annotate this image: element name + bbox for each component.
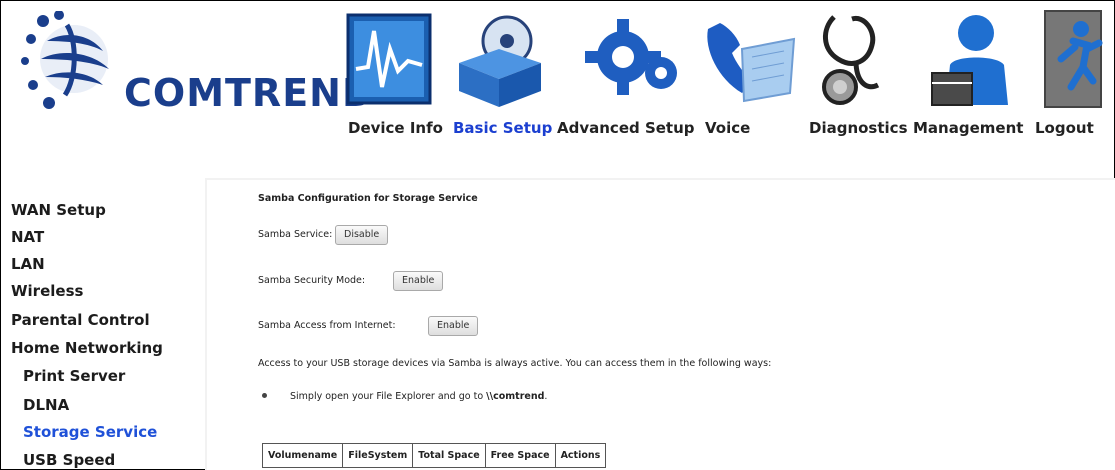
- sidebar-item-storage-service[interactable]: Storage Service: [23, 423, 157, 441]
- info-text: Access to your USB storage devices via S…: [258, 358, 772, 369]
- bullet-path: \\comtrend: [486, 391, 545, 402]
- nav-management[interactable]: Management: [913, 119, 1023, 137]
- bullet-text: Simply open your File Explorer and go to…: [290, 391, 547, 402]
- comtrend-globe-icon: [21, 10, 109, 109]
- sidebar-item-lan[interactable]: LAN: [11, 255, 45, 273]
- col-volumename: Volumename: [261, 443, 344, 468]
- col-free-space: Free Space: [484, 443, 556, 468]
- logout-running-man-icon[interactable]: [1043, 9, 1103, 109]
- nav-basic-setup[interactable]: Basic Setup: [453, 119, 552, 137]
- bullet-dot-icon: [262, 393, 267, 398]
- sidebar: WAN Setup NAT LAN Wireless Parental Cont…: [1, 178, 204, 469]
- nav-advanced-setup[interactable]: Advanced Setup: [557, 119, 695, 137]
- sidebar-item-wan-setup[interactable]: WAN Setup: [11, 201, 106, 219]
- col-filesystem: FileSystem: [342, 443, 414, 468]
- sidebar-item-home-networking[interactable]: Home Networking: [11, 339, 163, 357]
- comtrend-logo: COMTREND: [19, 10, 374, 121]
- col-actions: Actions: [554, 443, 607, 468]
- main-content: Samba Configuration for Storage Service …: [205, 178, 1115, 470]
- voice-phone-icon[interactable]: [698, 9, 798, 109]
- basic-setup-box-icon[interactable]: [449, 9, 549, 109]
- sidebar-item-print-server[interactable]: Print Server: [23, 367, 125, 385]
- header: COMTREND Device Info Basic Setup Advance…: [1, 1, 1113, 177]
- brand-name: COMTREND: [124, 71, 375, 115]
- security-mode-toggle-button[interactable]: Enable: [393, 271, 444, 291]
- access-internet-label: Samba Access from Internet:: [258, 320, 396, 331]
- management-user-icon[interactable]: [926, 9, 1016, 109]
- security-mode-label: Samba Security Mode:: [258, 275, 366, 286]
- table-header-row: Volumename FileSystem Total Space Free S…: [261, 443, 607, 468]
- device-info-chart-icon[interactable]: [344, 9, 434, 109]
- nav-diagnostics[interactable]: Diagnostics: [809, 119, 908, 137]
- samba-service-label: Samba Service:: [258, 229, 333, 240]
- sidebar-item-nat[interactable]: NAT: [11, 228, 44, 246]
- sidebar-item-parental-control[interactable]: Parental Control: [11, 311, 150, 329]
- advanced-setup-gear-icon[interactable]: [583, 9, 683, 109]
- diagnostics-stethoscope-icon[interactable]: [816, 9, 896, 109]
- page-title: Samba Configuration for Storage Service: [258, 193, 478, 204]
- sidebar-item-usb-speed[interactable]: USB Speed: [23, 451, 115, 469]
- nav-device-info[interactable]: Device Info: [348, 119, 443, 137]
- volume-table: Volumename FileSystem Total Space Free S…: [261, 443, 607, 468]
- bullet-prefix: Simply open your File Explorer and go to: [290, 391, 487, 402]
- sidebar-item-dlna[interactable]: DLNA: [23, 396, 69, 414]
- col-total-space: Total Space: [412, 443, 486, 468]
- sidebar-item-wireless[interactable]: Wireless: [11, 282, 83, 300]
- nav-logout[interactable]: Logout: [1035, 119, 1094, 137]
- nav-voice[interactable]: Voice: [705, 119, 750, 137]
- samba-service-toggle-button[interactable]: Disable: [335, 225, 389, 245]
- bullet-suffix: .: [544, 391, 548, 402]
- access-internet-toggle-button[interactable]: Enable: [428, 316, 479, 336]
